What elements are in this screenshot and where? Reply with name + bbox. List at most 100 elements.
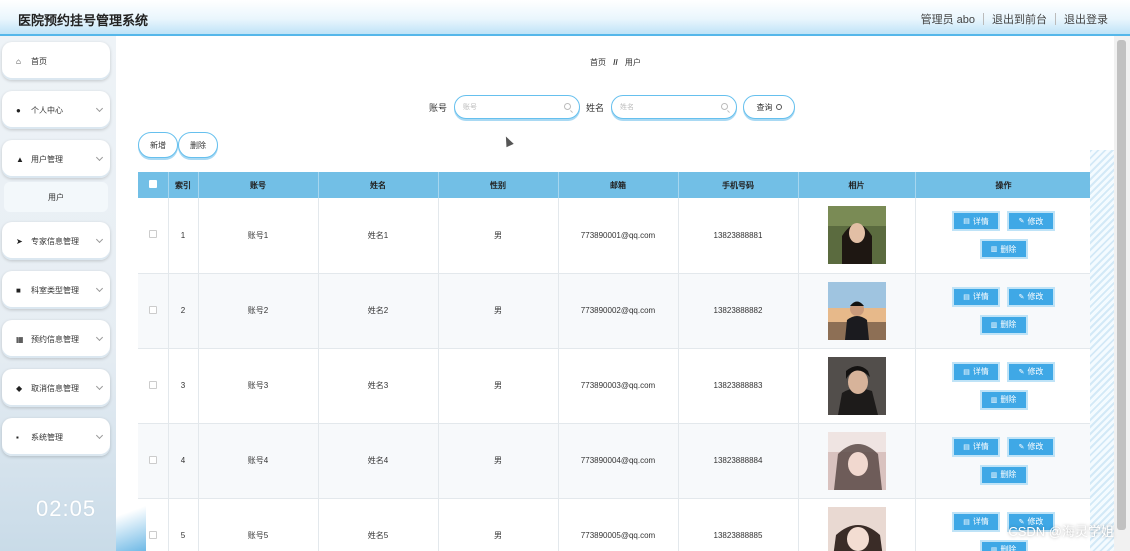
document-icon: ▤ [963, 518, 970, 526]
name-search-box[interactable] [611, 95, 737, 119]
row-checkbox[interactable] [148, 530, 157, 539]
batch-delete-button[interactable]: 删除 [178, 132, 218, 158]
sidebar: ⌂ 首页 ● 个人中心 ▲ 用户管理 用户 ➤ 专家信息管理 ■ 科室类型管理 … [0, 36, 116, 551]
detail-button[interactable]: ▤ 详情 [952, 286, 1000, 307]
row-checkbox[interactable] [148, 455, 157, 464]
detail-button[interactable]: ▤ 详情 [952, 211, 1000, 232]
pencil-icon: ✎ [1018, 368, 1025, 376]
logout-link[interactable]: 退出登录 [1064, 11, 1108, 27]
main-content: 首页 // 用户 账号 姓名 查询 新增 删除 索引 账号 姓名 性别 邮箱 [116, 36, 1116, 551]
cell-name: 姓名5 [318, 498, 439, 551]
cell-name: 姓名2 [318, 273, 439, 349]
sidebar-item-appointment-info[interactable]: ▦ 预约信息管理 [2, 320, 110, 358]
cell-email: 773890001@qq.com [558, 198, 679, 274]
sidebar-item-personal-center[interactable]: ● 个人中心 [2, 91, 110, 129]
cell-phone: 13823888885 [678, 498, 799, 551]
column-header-name: 姓名 [318, 172, 439, 198]
search-icon [721, 103, 728, 110]
edit-button[interactable]: ✎ 修改 [1007, 436, 1055, 457]
app-title: 医院预约挂号管理系统 [18, 13, 149, 28]
scrollbar-thumb[interactable] [1117, 40, 1126, 530]
edit-button[interactable]: ✎ 修改 [1007, 211, 1055, 232]
sidebar-item-label: 科室类型管理 [31, 285, 79, 295]
grid-icon: ▦ [16, 334, 24, 344]
sidebar-item-label: 个人中心 [31, 105, 63, 115]
table-row: 2 账号2 姓名2 男 773890002@qq.com 13823888882 [138, 273, 1093, 349]
cell-email: 773890003@qq.com [558, 348, 679, 424]
cell-phone: 13823888883 [678, 348, 799, 424]
vertical-scrollbar[interactable] [1114, 36, 1130, 551]
trash-icon: ▥ [990, 321, 998, 329]
breadcrumb-home[interactable]: 首页 [590, 58, 606, 67]
sidebar-item-home[interactable]: ⌂ 首页 [2, 42, 110, 80]
row-checkbox[interactable] [148, 380, 157, 389]
cell-gender: 男 [438, 273, 559, 349]
sidebar-subitem-user[interactable]: 用户 [4, 182, 108, 212]
delete-button[interactable]: ▥ 删除 [979, 464, 1028, 485]
cell-phone: 13823888882 [678, 273, 799, 349]
trash-icon: ▥ [990, 246, 998, 254]
chevron-down-icon [95, 284, 104, 293]
name-search-input[interactable] [612, 96, 712, 118]
account-search-box[interactable] [454, 95, 580, 119]
search-icon [564, 103, 571, 110]
detail-button[interactable]: ▤ 详情 [952, 511, 1000, 532]
column-header-phone: 手机号码 [678, 172, 799, 198]
delete-button[interactable]: ▥ 删除 [979, 314, 1028, 335]
add-button[interactable]: 新增 [138, 132, 178, 158]
sidebar-item-department-type[interactable]: ■ 科室类型管理 [2, 271, 110, 309]
cell-email: 773890002@qq.com [558, 273, 679, 349]
sidebar-item-label: 专家信息管理 [31, 236, 79, 246]
cell-gender: 男 [438, 348, 559, 424]
document-icon: ▤ [963, 218, 970, 226]
sidebar-item-expert-info[interactable]: ➤ 专家信息管理 [2, 222, 110, 260]
column-header-email: 邮箱 [558, 172, 679, 198]
cell-gender: 男 [438, 498, 559, 551]
name-search-label: 姓名 [586, 103, 605, 113]
cell-phone: 13823888881 [678, 198, 799, 274]
row-checkbox[interactable] [148, 305, 157, 314]
cell-index: 4 [168, 423, 199, 499]
query-button[interactable]: 查询 [743, 95, 795, 119]
clock-display: 02:05 [36, 496, 97, 521]
exit-to-front-link[interactable]: 退出到前台 [992, 11, 1047, 27]
column-header-gender: 性别 [438, 172, 559, 198]
detail-button[interactable]: ▤ 详情 [952, 361, 1000, 382]
user-photo [827, 206, 886, 265]
table-row: 3 账号3 姓名3 男 773890003@qq.com 13823888883 [138, 348, 1093, 424]
breadcrumb: 首页 // 用户 [590, 57, 641, 68]
account-search-input[interactable] [455, 96, 555, 118]
cell-email: 773890004@qq.com [558, 423, 679, 499]
delete-button[interactable]: ▥ 删除 [979, 389, 1028, 410]
cell-gender: 男 [438, 423, 559, 499]
trash-icon: ▥ [990, 471, 998, 479]
sidebar-item-label: 用户管理 [31, 154, 63, 164]
pencil-icon: ✎ [1018, 293, 1025, 301]
cell-index: 2 [168, 273, 199, 349]
select-all-checkbox[interactable] [148, 180, 157, 188]
cell-index: 5 [168, 498, 199, 551]
watermark-text: CSDN @海灵学姐 [1008, 524, 1114, 539]
column-header-index: 索引 [168, 172, 199, 198]
top-right-menu: 管理员 abo 退出到前台 退出登录 [921, 11, 1108, 27]
detail-button[interactable]: ▤ 详情 [952, 436, 1000, 457]
sidebar-item-user-management[interactable]: ▲ 用户管理 [2, 140, 110, 178]
account-search-label: 账号 [429, 103, 448, 113]
trash-icon: ▥ [990, 546, 998, 551]
edit-button[interactable]: ✎ 修改 [1007, 361, 1055, 382]
delete-button[interactable]: ▥ 删除 [979, 539, 1028, 551]
edit-button[interactable]: ✎ 修改 [1007, 286, 1055, 307]
delete-button[interactable]: ▥ 删除 [979, 239, 1028, 260]
table-row: 1 账号1 姓名1 男 773890001@qq.com 13823888881… [138, 198, 1093, 274]
sidebar-item-label: 取消信息管理 [31, 383, 79, 393]
select-all-header[interactable] [138, 172, 169, 198]
query-button-label: 查询 [756, 102, 773, 112]
user-photo [827, 431, 886, 490]
user-icon: ● [16, 105, 21, 115]
chevron-down-icon [95, 153, 104, 162]
row-checkbox[interactable] [148, 230, 157, 239]
divider [1055, 13, 1056, 25]
sidebar-item-system[interactable]: ▪ 系统管理 [2, 418, 110, 456]
sidebar-item-cancel-info[interactable]: ◆ 取消信息管理 [2, 369, 110, 407]
cell-gender: 男 [438, 198, 559, 274]
